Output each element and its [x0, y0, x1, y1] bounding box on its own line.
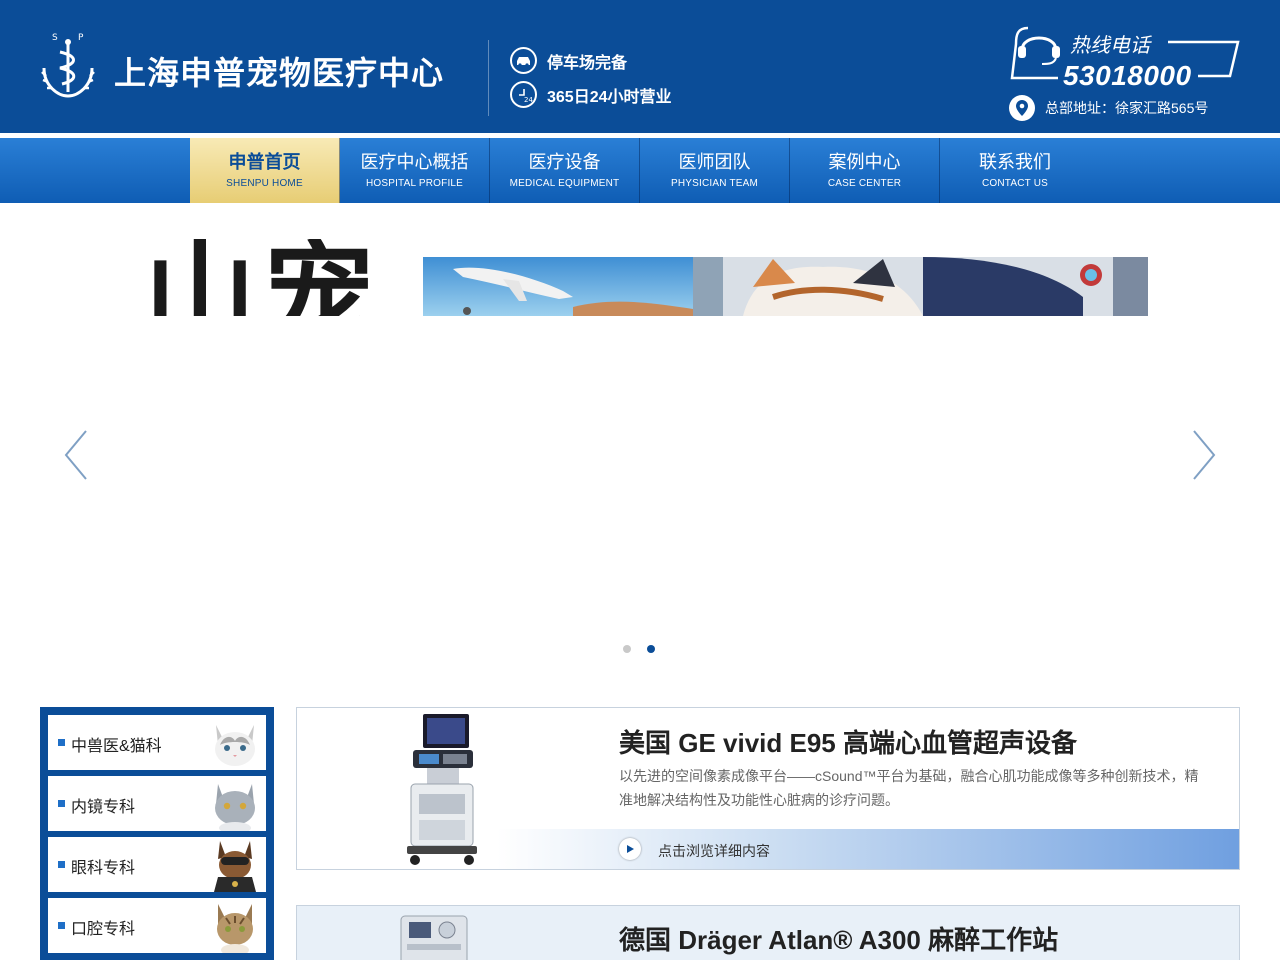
play-arrow-icon[interactable]: [619, 838, 641, 860]
ultrasound-machine-image: [407, 714, 477, 865]
sidebar-item-tcvm-feline[interactable]: 中兽医&猫科: [48, 715, 266, 770]
feature-parking-label: 停车场完备: [547, 54, 628, 72]
nav-item-label: 医师团队: [678, 152, 751, 172]
nav-item-label: 联系我们: [979, 152, 1051, 172]
equipment-title[interactable]: 德国 Dräger Atlan® A300 麻醉工作站: [619, 920, 1058, 957]
sidebar-item-dentistry[interactable]: 口腔专科: [48, 898, 266, 953]
sidebar-item-label: 眼科专科: [71, 860, 136, 877]
nav-item-medical-equipment[interactable]: 医疗设备 MEDICAL EQUIPMENT: [490, 138, 640, 203]
sidebar-item-label: 口腔专科: [71, 921, 136, 938]
kitten-image: [215, 725, 255, 766]
tabby-cat-image: [217, 904, 253, 953]
nav-item-hospital-profile[interactable]: 医疗中心概括 HOSPITAL PROFILE: [340, 138, 490, 203]
nav-item-sublabel: CASE CENTER: [827, 178, 902, 189]
carousel-dot-1[interactable]: [623, 645, 631, 653]
banner-headline-crop: 山宠: [140, 239, 400, 316]
equipment-description: 以先进的空间像素成像平台——cSound™平台为基础，融合心肌功能成像等多种创新…: [619, 768, 1199, 808]
logo-emblem-icon[interactable]: S P: [38, 30, 98, 102]
sidebar-item-label: 内镜专科: [71, 799, 136, 816]
specialty-sidebar: 中兽医&猫科 内镜专科 眼科专科 口腔专科: [40, 707, 274, 960]
svg-text:24: 24: [524, 96, 533, 104]
nav-item-case-center[interactable]: 案例中心 CASE CENTER: [790, 138, 940, 203]
hotline-label: 热线电话: [1070, 35, 1150, 57]
hotline-number[interactable]: 53018000: [1063, 60, 1192, 92]
sidebar-item-ophthalmology[interactable]: 眼科专科: [48, 837, 266, 892]
nav-item-sublabel: HOSPITAL PROFILE: [365, 178, 464, 189]
bullet-square-icon: [58, 861, 65, 868]
nav-item-sublabel: MEDICAL EQUIPMENT: [509, 178, 620, 189]
clock-24-icon: 24: [510, 81, 537, 108]
nav-item-contact-us[interactable]: 联系我们 CONTACT US: [940, 138, 1090, 203]
nav-item-label: 申普首页: [228, 152, 301, 172]
equipment-card[interactable]: 德国 Dräger Atlan® A300 麻醉工作站: [296, 905, 1240, 960]
grey-cat-image: [215, 784, 255, 831]
car-icon: [510, 47, 537, 74]
bullet-square-icon: [58, 922, 65, 929]
carousel-prev-arrow-icon[interactable]: [60, 429, 90, 481]
feature-parking: 停车场完备: [510, 47, 627, 74]
feature-hours-label: 365日24小时营业: [547, 88, 672, 106]
banner-headline: 山宠: [144, 239, 380, 316]
nav-item-sublabel: PHYSICIAN TEAM: [670, 178, 759, 189]
address-text: 总部地址：徐家汇路565号: [1045, 100, 1209, 116]
nav-item-physician-team[interactable]: 医师团队 PHYSICIAN TEAM: [640, 138, 790, 203]
sidebar-item-endoscopy[interactable]: 内镜专科: [48, 776, 266, 831]
sidebar-item-label: 中兽医&猫科: [71, 738, 162, 755]
header-address: 总部地址：徐家汇路565号: [1009, 95, 1208, 121]
main-nav: 申普首页 SHENPU HOME 医疗中心概括 HOSPITAL PROFILE…: [0, 138, 1280, 203]
carousel-dot-2[interactable]: [647, 645, 655, 653]
equipment-title[interactable]: 美国 GE vivid E95 高端心血管超声设备: [619, 723, 1077, 760]
headset-icon: [1018, 36, 1060, 65]
nav-item-sublabel: CONTACT US: [981, 178, 1049, 189]
nav-item-sublabel: SHENPU HOME: [226, 178, 303, 189]
nav-item-label: 医疗中心概括: [360, 152, 469, 172]
site-header: S P 上海申普宠物医疗中心 停车场完备 24 365日24小时营业 热线电话 …: [0, 0, 1280, 133]
header-divider: [488, 40, 489, 116]
bullet-square-icon: [58, 800, 65, 807]
carousel-next-arrow-icon[interactable]: [1190, 429, 1220, 481]
location-pin-icon: [1009, 95, 1035, 121]
dog-with-goggles-image: [214, 841, 256, 892]
svg-text:P: P: [78, 33, 84, 43]
banner-image[interactable]: [423, 257, 1148, 316]
more-bar: [497, 829, 1239, 869]
hero-carousel: 山宠: [0, 203, 1280, 683]
site-title[interactable]: 上海申普宠物医疗中心: [114, 48, 444, 94]
view-details-link[interactable]: 点击浏览详细内容: [658, 841, 770, 861]
nav-item-label: 案例中心: [828, 152, 901, 172]
anesthesia-workstation-image: [400, 915, 468, 960]
bullet-square-icon: [58, 739, 65, 746]
nav-item-label: 医疗设备: [528, 152, 601, 172]
equipment-card[interactable]: 美国 GE vivid E95 高端心血管超声设备 以先进的空间像素成像平台——…: [296, 707, 1240, 870]
svg-text:S: S: [52, 33, 58, 43]
carousel-indicators: [623, 645, 671, 653]
feature-hours: 24 365日24小时营业: [510, 81, 672, 108]
nav-item-home[interactable]: 申普首页 SHENPU HOME: [190, 138, 340, 203]
